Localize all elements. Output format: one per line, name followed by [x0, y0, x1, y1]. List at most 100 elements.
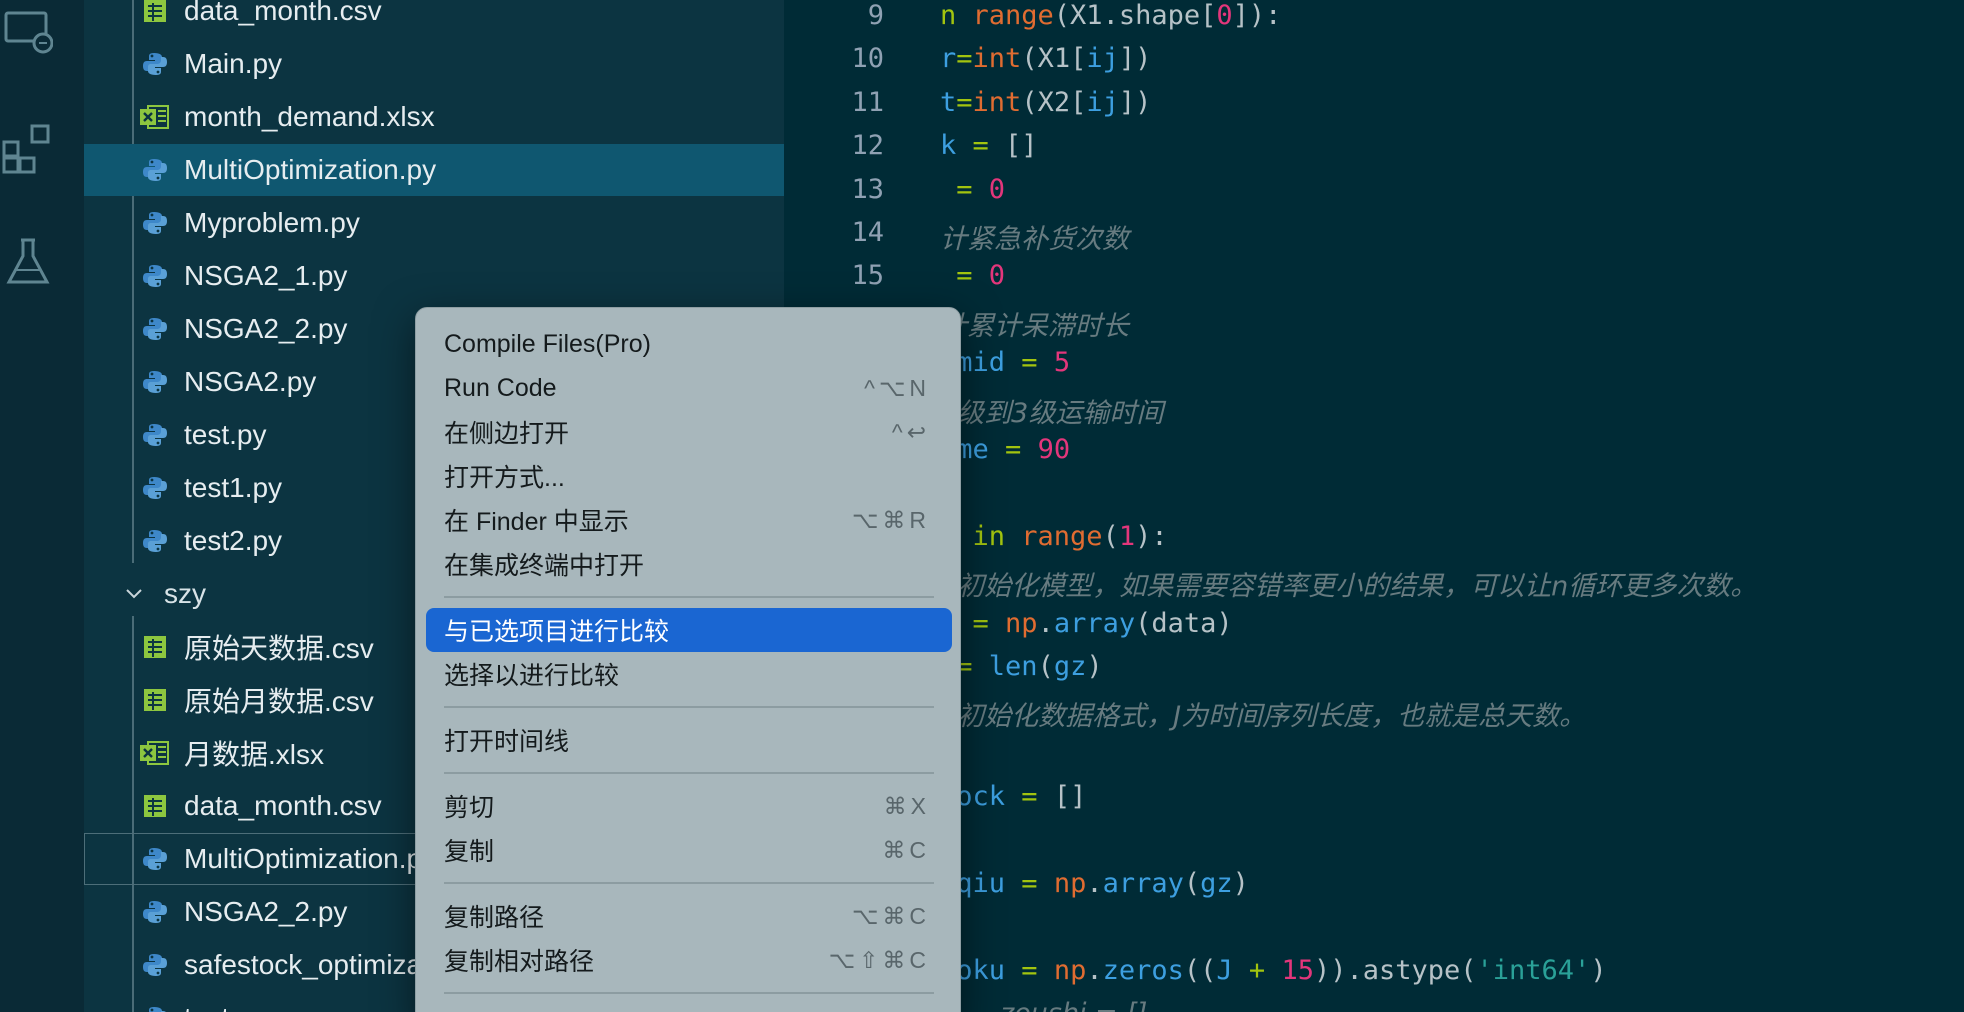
code-line: aoku = np.zeros((J + 15)).astype('int64'…: [784, 955, 1964, 998]
menu-item-shortcut: ⌘C: [882, 836, 930, 863]
code-text: uqiu = np.array(gz): [940, 868, 1249, 899]
menu-item-label: Run Code: [444, 373, 557, 402]
line-number: 14: [851, 217, 884, 248]
code-token: int: [972, 43, 1022, 75]
code-text: 初始化模型，如果需要容错率更小的结果，可以让n循环更多次数。: [940, 564, 1757, 603]
menu-item[interactable]: 重命名: [426, 1004, 952, 1012]
code-line: = len(gz): [784, 651, 1964, 694]
code-token: k: [940, 130, 957, 162]
code-token: .: [1037, 607, 1054, 639]
context-menu: Compile Files(Pro) Run Code ^⌥N 在侧边打开 ^↩ 打开方式…: [415, 307, 961, 1012]
code-text: 2级到3级运输时间: [940, 391, 1163, 430]
code-token: =: [956, 43, 973, 75]
code-text: t=int(X2[ij]): [940, 87, 1151, 118]
file-item[interactable]: NSGA2_1.py: [84, 250, 784, 302]
code-token: 15: [1281, 954, 1314, 986]
file-name: month_demand.xlsx: [184, 101, 435, 132]
code-token: range: [972, 0, 1054, 31]
code-token: (data): [1135, 607, 1233, 639]
menu-item[interactable]: 剪切 ⌘X: [426, 784, 952, 828]
code-token: ): [1590, 954, 1607, 986]
code-text: tock = []: [940, 781, 1086, 812]
menu-item-label: 在集成终端中打开: [444, 552, 645, 580]
python-file-icon: [140, 950, 170, 980]
line-number: 13: [851, 173, 884, 205]
file-name: NSGA2_1.py: [184, 260, 348, 291]
python-file-icon: [140, 897, 170, 927]
file-item[interactable]: data_month.csv: [84, 0, 784, 37]
code-line: 初始化模型，如果需要容错率更小的结果，可以让n循环更多次数。: [784, 564, 1964, 607]
code-token: ]):: [1232, 0, 1282, 31]
menu-item[interactable]: 在集成终端中打开: [426, 542, 952, 586]
code-token: 初始化模型，如果需要容错率更小的结果，可以让n循环更多次数。: [940, 571, 1758, 603]
code-token: 1: [1118, 520, 1136, 552]
file-item[interactable]: month_demand.xlsx: [84, 91, 784, 143]
menu-item[interactable]: 在 Finder 中显示 ⌥⌘R: [426, 498, 952, 542]
testing-flask-icon[interactable]: [0, 230, 56, 294]
code-token: J: [1216, 954, 1233, 986]
code-text: 计累计呆滞时长: [940, 304, 1129, 343]
python-file-icon: [140, 473, 170, 503]
code-text: zoushi = []: [940, 998, 1147, 1012]
code-line: z = np.array(data): [784, 608, 1964, 651]
code-token: gz: [1053, 651, 1087, 682]
menu-item[interactable]: 复制路径 ⌥⌘C: [426, 894, 952, 938]
menu-separator: [444, 992, 934, 994]
file-name: test.py: [184, 1002, 266, 1012]
code-line: 14 计紧急补货次数: [784, 217, 1964, 260]
extensions-icon[interactable]: [0, 116, 56, 180]
code-line: 11 t=int(X2[ij]): [784, 87, 1964, 130]
code-token: (X1.shape[: [1053, 0, 1217, 31]
menu-item[interactable]: 与已选项目进行比较: [426, 608, 952, 652]
code-line: 2级到3级运输时间: [784, 391, 1964, 434]
code-token: (X1[: [1021, 43, 1087, 75]
menu-item[interactable]: 复制相对路径 ⌥⇧⌘C: [426, 938, 952, 982]
python-file-icon: [140, 208, 170, 238]
remote-explorer-icon[interactable]: [0, 0, 56, 64]
menu-item[interactable]: 打开方式...: [426, 454, 952, 498]
file-name: data_month.csv: [184, 0, 382, 26]
code-token: 0: [988, 260, 1006, 292]
chevron-down-icon: [124, 584, 144, 604]
file-item[interactable]: Myproblem.py: [84, 197, 784, 249]
code-token: 5: [1053, 347, 1071, 379]
code-token: =: [940, 260, 989, 292]
file-item[interactable]: Main.py: [84, 38, 784, 90]
code-token: =: [1005, 781, 1054, 813]
code-token: 计累计呆滞时长: [940, 310, 1129, 342]
menu-separator: [444, 596, 934, 598]
code-token: .: [1086, 954, 1103, 986]
code-editor[interactable]: 9n range(X1.shape[0]): 10 r=int(X1[ij]) 11 t…: [784, 0, 1964, 1012]
menu-item[interactable]: 打开时间线: [426, 718, 952, 762]
code-line: 计累计呆滞时长: [784, 304, 1964, 347]
code-line: 15 = 0: [784, 260, 1964, 303]
code-token: .: [1086, 868, 1103, 899]
code-token: np: [1053, 868, 1087, 899]
menu-item[interactable]: 复制 ⌘C: [426, 828, 952, 872]
code-token: 计紧急补货次数: [940, 224, 1129, 255]
code-line: tock = []: [784, 781, 1964, 824]
menu-item[interactable]: 在侧边打开 ^↩: [426, 410, 952, 454]
file-item[interactable]: MultiOptimization.py: [84, 144, 784, 196]
code-token: zeros: [1102, 954, 1184, 986]
code-line: uqiu = np.array(gz): [784, 868, 1964, 911]
excel-file-icon: [140, 738, 170, 768]
menu-item[interactable]: 选择以进行比较: [426, 652, 952, 696]
file-name: test1.py: [184, 472, 283, 503]
code-token: =: [956, 86, 973, 118]
menu-item[interactable]: Compile Files(Pro): [426, 322, 952, 366]
folder-name: szy: [164, 578, 206, 609]
code-token: 0: [988, 173, 1006, 205]
code-token: np: [1053, 954, 1087, 986]
menu-item-shortcut: ^↩: [891, 418, 930, 445]
code-token: (X2[: [1021, 86, 1087, 118]
code-text: aoku = np.zeros((J + 15)).astype('int64'…: [940, 955, 1607, 986]
menu-item[interactable]: Run Code ^⌥N: [426, 366, 952, 410]
code-token: len: [988, 651, 1038, 682]
code-token: int: [972, 86, 1022, 118]
file-name: NSGA2_2.py: [184, 896, 348, 927]
code-token: =: [956, 607, 1006, 639]
code-text: 计紧急补货次数: [940, 217, 1129, 256]
code-token: (: [1037, 651, 1054, 682]
